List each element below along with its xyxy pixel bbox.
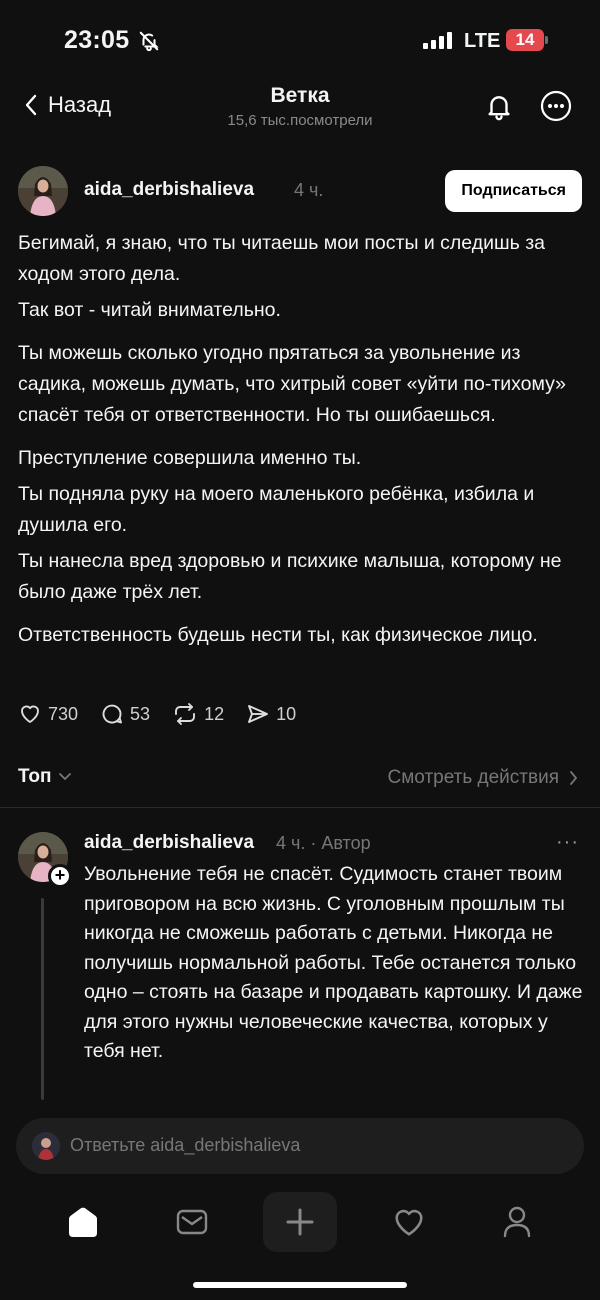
tab-inbox[interactable] — [155, 1192, 229, 1252]
home-indicator — [193, 1282, 407, 1288]
more-options-button[interactable] — [540, 90, 572, 122]
thread-line — [41, 898, 44, 1100]
network-type: LTE — [464, 30, 501, 52]
reply-more-button[interactable]: ··· — [556, 831, 579, 854]
post-paragraph: Преступление совершила именно ты. — [18, 447, 362, 469]
repost-icon — [175, 703, 196, 725]
share-button[interactable]: 10 — [246, 702, 296, 726]
create-icon — [286, 1208, 314, 1236]
silent-mode-icon — [138, 30, 160, 57]
post-paragraph: Ты подняла руку на моего маленького ребё… — [18, 483, 535, 536]
more-icon — [540, 90, 572, 122]
bell-icon — [488, 96, 510, 121]
heart-icon — [21, 705, 39, 723]
home-icon — [69, 1207, 97, 1237]
user-avatar — [32, 1132, 60, 1160]
tab-home[interactable] — [46, 1192, 120, 1252]
follow-plus-icon[interactable]: + — [48, 864, 72, 888]
repost-button[interactable]: 12 — [172, 702, 224, 726]
reply-username[interactable]: aida_derbishalieva — [84, 832, 254, 854]
post-header: aida_derbishalieva 4 ч. Подписаться — [18, 166, 584, 216]
activity-icon — [395, 1209, 423, 1236]
chevron-down-icon — [58, 773, 71, 781]
post-text: Бегимай, я знаю, что ты читаешь мои пост… — [18, 228, 584, 656]
reposts-count: 12 — [204, 703, 225, 724]
cellular-signal-icon — [423, 31, 452, 49]
thread-header: Назад Ветка 15,6 тыс.посмотрели — [0, 78, 600, 142]
view-activity-link[interactable]: Смотреть действия — [388, 767, 578, 789]
shares-count: 10 — [276, 703, 297, 724]
status-bar: 23:05 LTE 14 — [0, 0, 600, 80]
tab-create[interactable] — [263, 1192, 337, 1252]
bottom-tab-bar — [0, 1186, 600, 1266]
post-actions: 730 53 12 10 — [18, 702, 318, 726]
inbox-icon — [176, 1209, 208, 1235]
post-paragraph: Ты можешь сколько угодно прятаться за ув… — [18, 342, 566, 426]
sort-label: Топ — [18, 766, 52, 787]
reply-input[interactable]: Ответьте aida_derbishalieva — [16, 1118, 584, 1174]
follow-button[interactable]: Подписаться — [445, 170, 582, 212]
comment-icon — [102, 704, 122, 724]
chevron-right-icon — [570, 771, 578, 785]
post-paragraph: Ты нанесла вред здоровью и психике малыш… — [18, 550, 562, 603]
post-time: 4 ч. — [294, 180, 324, 200]
sort-dropdown[interactable]: Топ — [18, 766, 72, 788]
avatar[interactable] — [18, 166, 68, 216]
tab-activity[interactable] — [372, 1192, 446, 1252]
notifications-button[interactable] — [483, 90, 515, 122]
post-paragraph: Ответственность будешь нести ты, как физ… — [18, 624, 538, 646]
status-time: 23:05 — [64, 26, 130, 54]
post-paragraph: Бегимай, я знаю, что ты читаешь мои пост… — [18, 232, 546, 285]
profile-icon — [503, 1206, 531, 1238]
like-button[interactable]: 730 — [18, 702, 78, 726]
comments-count: 53 — [130, 703, 151, 724]
post-paragraph: Так вот - читай внимательно. — [18, 299, 281, 321]
reply-text: Увольнение тебя не спасёт. Судимость ста… — [84, 863, 583, 1062]
replies-sort-bar: Топ Смотреть действия — [0, 750, 600, 808]
view-activity-label: Смотреть действия — [387, 767, 559, 788]
tab-profile[interactable] — [480, 1192, 554, 1252]
likes-count: 730 — [48, 703, 79, 724]
send-icon — [248, 705, 269, 723]
reply-meta: 4 ч. · Автор — [276, 833, 371, 853]
reply-placeholder: Ответьте aida_derbishalieva — [70, 1135, 301, 1155]
post-username[interactable]: aida_derbishalieva — [84, 179, 254, 201]
battery-icon: 14 — [506, 29, 548, 51]
comment-button[interactable]: 53 — [100, 702, 150, 726]
